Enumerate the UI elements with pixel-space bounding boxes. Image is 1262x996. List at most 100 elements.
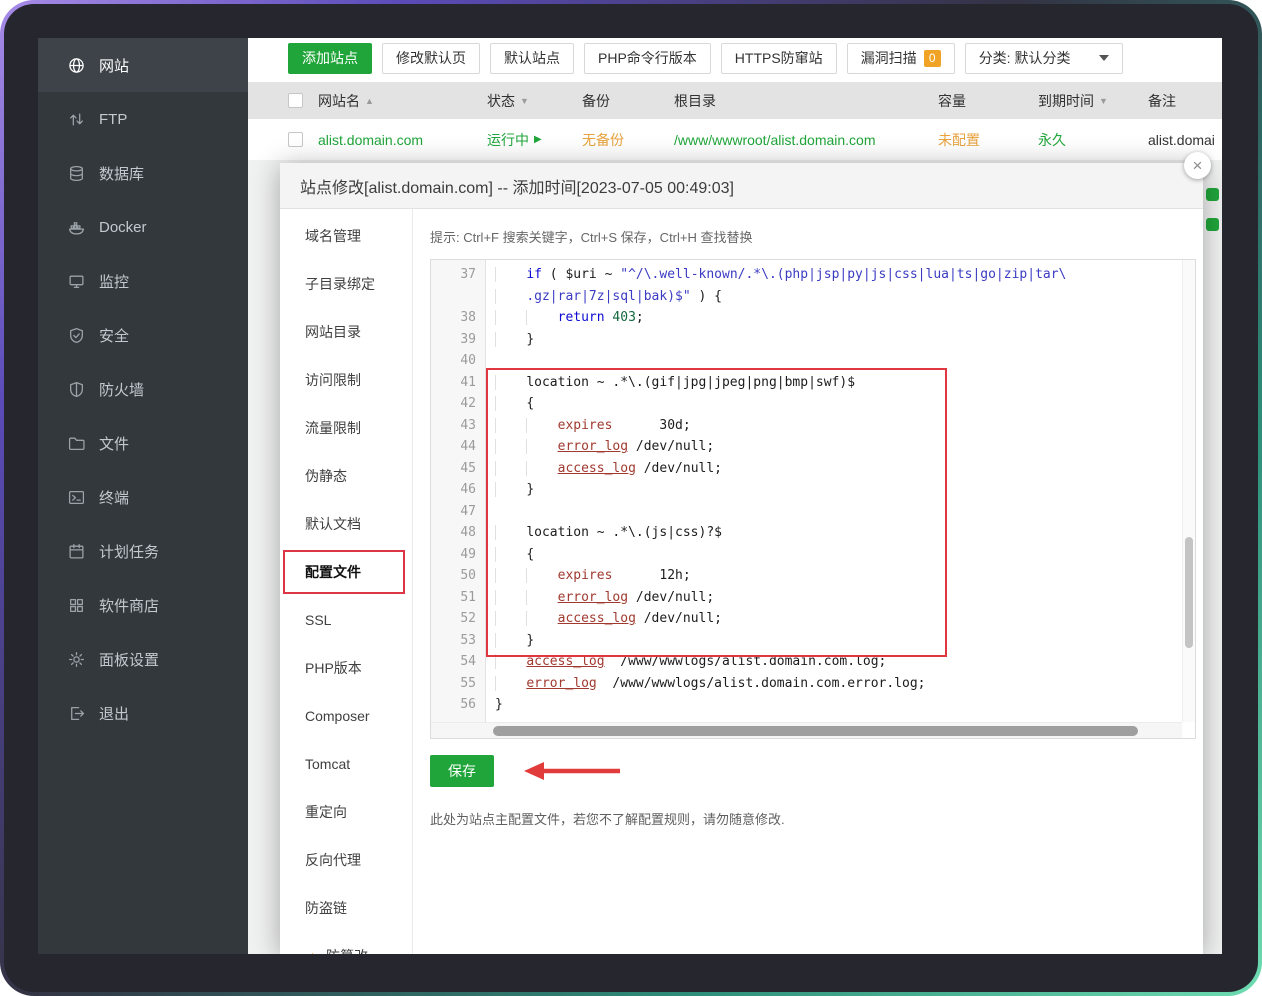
tab-traffic-limit[interactable]: 流量限制 [280,404,412,452]
tab-site-dir[interactable]: 网站目录 [280,308,412,356]
row-checkbox[interactable] [288,132,303,147]
sidebar-item-ftp[interactable]: FTP [38,92,248,146]
globe-icon [68,57,85,74]
editor-hscrollbar[interactable] [431,722,1182,738]
line-number: 41 [431,372,486,394]
vuln-scan-button[interactable]: 漏洞扫描 0 [847,43,955,74]
sidebar-item-database[interactable]: 数据库 [38,146,248,200]
tab-rewrite[interactable]: 伪静态 [280,452,412,500]
site-root-link[interactable]: /www/wwwroot/alist.domain.com [674,132,876,148]
sidebar-item-label: 软件商店 [99,595,159,616]
col-header-expiry[interactable]: 到期时间▼ [1038,91,1148,111]
tab-access-limit[interactable]: 访问限制 [280,356,412,404]
category-select[interactable]: 分类: 默认分类 [965,43,1123,74]
tab-config-file[interactable]: 配置文件 [280,548,412,596]
col-header-remark[interactable]: 备注 [1148,91,1222,111]
sidebar-item-label: Docker [99,219,147,236]
sidebar-item-label: 防火墙 [99,379,144,400]
line-number: 38 [431,307,486,329]
logout-icon [68,705,85,722]
config-editor[interactable]: 37 if ( $uri ~ "^/\.well-known/.*\.(php|… [430,259,1196,739]
modal-body: 提示: Ctrl+F 搜索关键字，Ctrl+S 保存，Ctrl+H 查找替换 3… [414,209,1203,954]
tab-label: 网站目录 [305,322,361,342]
sidebar-item-terminal[interactable]: 终端 [38,470,248,524]
sidebar-item-cron[interactable]: 计划任务 [38,524,248,578]
sidebar-item-firewall[interactable]: 防火墙 [38,362,248,416]
tab-tomcat[interactable]: Tomcat [280,740,412,788]
tab-php-version[interactable]: PHP版本 [280,644,412,692]
tab-ssl[interactable]: SSL [280,596,412,644]
folder-icon [68,435,85,452]
ftp-icon [68,111,85,128]
tab-label: 重定向 [305,802,347,822]
code-line: 43 expires 30d; [431,415,1181,437]
line-number: 54 [431,651,486,673]
select-all-checkbox[interactable] [288,93,303,108]
sidebar-item-monitor[interactable]: 监控 [38,254,248,308]
code-line: 50 expires 12h; [431,565,1181,587]
tab-default-doc[interactable]: 默认文档 [280,500,412,548]
tab-subdir-bind[interactable]: 子目录绑定 [280,260,412,308]
site-backup[interactable]: 无备份 [582,130,674,150]
editor-tip: 提示: Ctrl+F 搜索关键字，Ctrl+S 保存，Ctrl+H 查找替换 [430,227,1203,246]
sidebar-item-logout[interactable]: 退出 [38,686,248,740]
sidebar-item-label: 监控 [99,271,129,292]
code-line: 46 } [431,479,1181,501]
sidebar-item-appstore[interactable]: 软件商店 [38,578,248,632]
site-expiry[interactable]: 永久 [1038,130,1148,150]
sidebar-item-security[interactable]: 安全 [38,308,248,362]
save-button[interactable]: 保存 [430,755,494,787]
code-line: 37 if ( $uri ~ "^/\.well-known/.*\.(php|… [431,264,1181,286]
tab-domain[interactable]: 域名管理 [280,212,412,260]
chevron-down-icon [1099,55,1109,61]
tab-anti-leech[interactable]: 防盗链 [280,884,412,932]
col-header-root[interactable]: 根目录 [674,91,938,111]
terminal-icon [68,489,85,506]
tab-reverse-proxy[interactable]: 反向代理 [280,836,412,884]
sidebar: 网站 FTP 数据库 Docker 监控安全防火墙文件终端计划任务软件商店面板设置退出 [38,38,248,954]
site-toolbar: 添加站点 修改默认页默认站点 PHP命令行版本 HTTPS防窜站 漏洞扫描 0 分类… [248,38,1222,78]
line-number: 51 [431,587,486,609]
modify-default-page-button[interactable]: 修改默认页 [382,43,480,74]
vuln-scan-label: 漏洞扫描 [861,48,917,68]
site-remark[interactable]: alist.domai [1148,132,1222,148]
default-site-button[interactable]: 默认站点 [490,43,574,74]
sidebar-item-label: 终端 [99,487,129,508]
col-header-status[interactable]: 状态▼ [487,91,582,111]
add-site-button[interactable]: 添加站点 [288,43,372,74]
tab-redirect[interactable]: 重定向 [280,788,412,836]
line-number: 50 [431,565,486,587]
code-line: 45 access_log /dev/null; [431,458,1181,480]
code-line: 56} [431,694,1181,716]
code-line: 52 access_log /dev/null; [431,608,1181,630]
https-protect-button[interactable]: HTTPS防窜站 [721,43,837,74]
line-number: 56 [431,694,486,716]
sidebar-item-website[interactable]: 网站 [38,38,248,92]
sidebar-item-label: 退出 [99,703,129,724]
vscroll-thumb[interactable] [1185,537,1193,648]
code-line: 53 } [431,630,1181,652]
site-name-link[interactable]: alist.domain.com [318,132,423,148]
hscroll-thumb[interactable] [493,726,1138,736]
col-header-backup[interactable]: 备份 [582,91,674,111]
sidebar-menu: 网站 FTP 数据库 Docker 监控安全防火墙文件终端计划任务软件商店面板设置退出 [38,38,248,740]
table-header: 网站名▲状态▼备份根目录容量到期时间▼备注 [248,82,1222,119]
site-status[interactable]: 运行中 ▶ [487,130,582,150]
sidebar-item-files[interactable]: 文件 [38,416,248,470]
sidebar-item-docker[interactable]: Docker [38,200,248,254]
tab-tamper-proof[interactable]: 防篡改 [280,932,412,954]
sidebar-item-settings[interactable]: 面板设置 [38,632,248,686]
tab-composer[interactable]: Composer [280,692,412,740]
editor-vscrollbar[interactable] [1182,260,1195,722]
site-quota[interactable]: 未配置 [938,130,1038,150]
close-button[interactable]: × [1184,152,1211,179]
sidebar-item-label: FTP [99,111,127,128]
col-header-name[interactable]: 网站名▲ [318,91,487,111]
php-cli-version-button[interactable]: PHP命令行版本 [584,43,711,74]
line-number: 44 [431,436,486,458]
tab-label: SSL [305,612,331,628]
col-header-quota[interactable]: 容量 [938,91,1038,111]
modal-tab-nav: 域名管理子目录绑定网站目录访问限制流量限制伪静态默认文档配置文件 SSL PHP版本… [280,209,413,954]
screen: 网站FTP数据库Docker监控安全防火墙文件终端计划任务软件商店面板设置退出 … [38,38,1222,954]
shield-icon [68,327,85,344]
